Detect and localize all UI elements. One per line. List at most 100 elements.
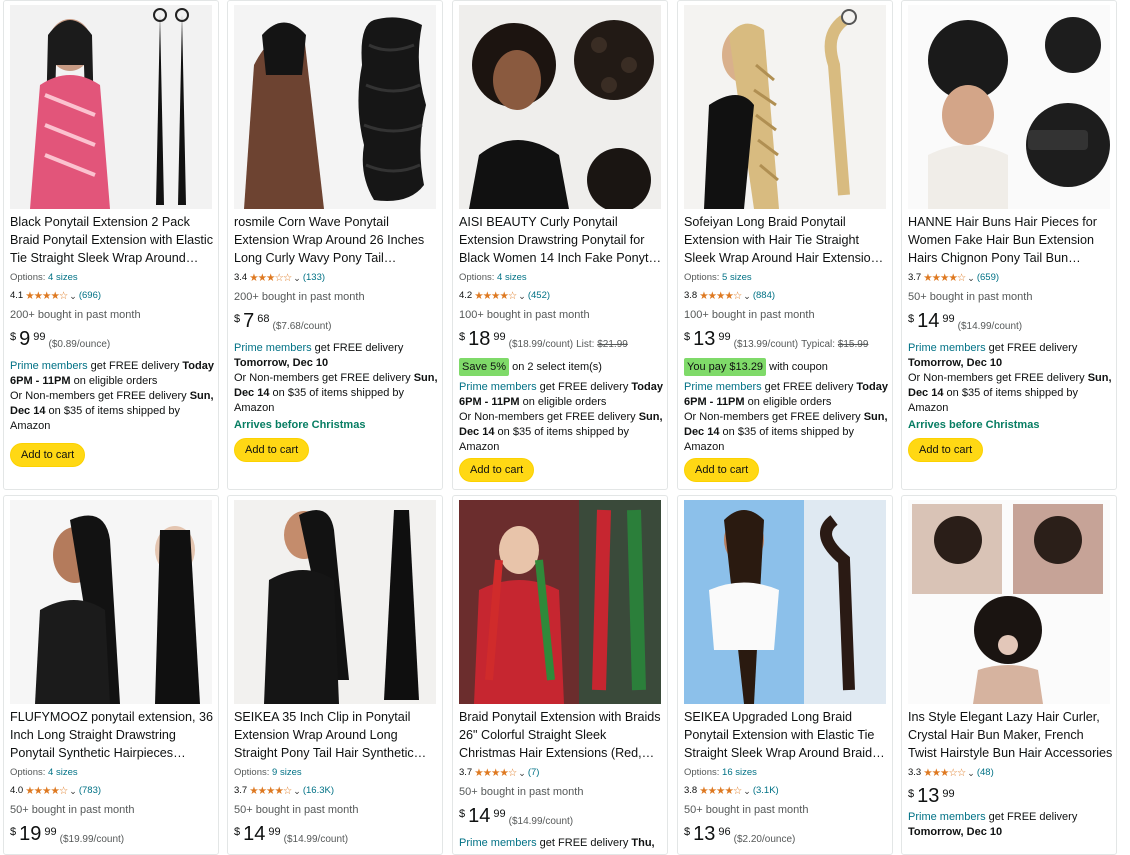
product-title[interactable]: SEIKEA Upgraded Long Braid Ponytail Exte… (684, 708, 890, 762)
product-image[interactable] (908, 5, 1110, 209)
review-count[interactable]: (16.3K) (303, 784, 334, 798)
price[interactable]: $19 99 ($19.99/count) (10, 824, 216, 850)
rating[interactable]: 4.1 ★★★★☆ ⌄ (696) (10, 289, 216, 303)
review-count[interactable]: (783) (79, 784, 101, 798)
rating[interactable]: 3.7 ★★★★☆ ⌄ (16.3K) (234, 784, 440, 798)
product-title[interactable]: Sofeiyan Long Braid Ponytail Extension w… (684, 213, 890, 267)
review-count[interactable]: (48) (977, 766, 994, 780)
options-link[interactable]: 4 sizes (48, 767, 78, 778)
add-to-cart-button[interactable]: Add to cart (234, 438, 310, 462)
review-count[interactable]: (7) (528, 766, 540, 780)
prime-link[interactable]: Prime members (10, 360, 88, 372)
product-card[interactable]: SEIKEA 35 Inch Clip in Ponytail Extensio… (227, 495, 443, 855)
prime-link[interactable]: Prime members (234, 342, 312, 354)
product-card[interactable]: Braid Ponytail Extension with Braids 26"… (452, 495, 668, 855)
product-card[interactable]: AISI BEAUTY Curly Ponytail Extension Dra… (452, 0, 668, 490)
price-whole: 7 (243, 310, 255, 332)
non-member-delivery: Or Non-members get FREE delivery Sun, De… (459, 410, 665, 455)
add-to-cart-button[interactable]: Add to cart (684, 458, 760, 482)
chevron-down-icon[interactable]: ⌄ (293, 784, 301, 798)
chevron-down-icon[interactable]: ⌄ (69, 784, 77, 798)
chevron-down-icon[interactable]: ⌄ (293, 271, 301, 285)
add-to-cart-button[interactable]: Add to cart (459, 458, 535, 482)
product-grid: Black Ponytail Extension 2 Pack Braid Po… (0, 0, 1130, 855)
price[interactable]: $13 96 ($2.20/ounce) (684, 824, 890, 850)
chevron-down-icon[interactable]: ⌄ (69, 289, 77, 303)
chevron-down-icon[interactable]: ⌄ (743, 784, 751, 798)
product-title[interactable]: Black Ponytail Extension 2 Pack Braid Po… (10, 213, 216, 267)
review-count[interactable]: (696) (79, 289, 101, 303)
badge-text: on 2 select item(s) (509, 361, 602, 373)
options-link[interactable]: 5 sizes (722, 272, 752, 283)
product-image[interactable] (684, 5, 886, 209)
product-image[interactable] (459, 500, 661, 704)
options-link[interactable]: 16 sizes (722, 767, 757, 778)
chevron-down-icon[interactable]: ⌄ (518, 766, 526, 780)
price[interactable]: $14 99 ($14.99/count) (234, 824, 440, 850)
chevron-down-icon[interactable]: ⌄ (743, 289, 751, 303)
rating[interactable]: 4.2 ★★★★☆ ⌄ (452) (459, 289, 665, 303)
product-card[interactable]: HANNE Hair Buns Hair Pieces for Women Fa… (901, 0, 1117, 490)
add-to-cart-button[interactable]: Add to cart (10, 443, 86, 467)
unit-price: ($13.99/count) (733, 339, 799, 350)
options-link[interactable]: 4 sizes (48, 272, 78, 283)
bought-count: 100+ bought in past month (684, 309, 815, 321)
arrives-note: Arrives before Christmas (908, 419, 1040, 431)
price[interactable]: $18 99 ($18.99/count) List: $21.99 (459, 329, 665, 355)
product-card[interactable]: Black Ponytail Extension 2 Pack Braid Po… (3, 0, 219, 490)
product-image[interactable] (234, 500, 436, 704)
review-count[interactable]: (3.1K) (753, 784, 779, 798)
chevron-down-icon[interactable]: ⌄ (967, 271, 975, 285)
delivery-info: Prime members get FREE delivery Tomorrow… (908, 341, 1114, 371)
review-count[interactable]: (452) (528, 289, 550, 303)
rating[interactable]: 4.0 ★★★★☆ ⌄ (783) (10, 784, 216, 798)
product-image[interactable] (684, 500, 886, 704)
rating[interactable]: 3.4 ★★★☆☆ ⌄ (133) (234, 271, 440, 285)
prime-link[interactable]: Prime members (684, 381, 762, 393)
product-image[interactable] (908, 500, 1110, 704)
price[interactable]: $13 99 ($13.99/count) Typical: $15.99 (684, 329, 890, 355)
product-title[interactable]: rosmile Corn Wave Ponytail Extension Wra… (234, 213, 440, 267)
product-image[interactable] (10, 5, 212, 209)
rating[interactable]: 3.8 ★★★★☆ ⌄ (884) (684, 289, 890, 303)
product-title[interactable]: FLUFYMOOZ ponytail extension, 36 Inch Lo… (10, 708, 216, 762)
prime-link[interactable]: Prime members (459, 381, 537, 393)
add-to-cart-button[interactable]: Add to cart (908, 438, 984, 462)
prime-link[interactable]: Prime members (908, 811, 986, 823)
product-card[interactable]: rosmile Corn Wave Ponytail Extension Wra… (227, 0, 443, 490)
price[interactable]: $14 99 ($14.99/count) (459, 806, 665, 832)
product-card[interactable]: Ins Style Elegant Lazy Hair Curler, Crys… (901, 495, 1117, 855)
rating[interactable]: 3.7 ★★★★☆ ⌄ (659) (908, 271, 1114, 285)
product-image[interactable] (459, 5, 661, 209)
price[interactable]: $13 99 (908, 786, 1114, 806)
review-count[interactable]: (884) (753, 289, 775, 303)
product-title[interactable]: Braid Ponytail Extension with Braids 26"… (459, 708, 665, 762)
badge-text: with coupon (766, 361, 828, 373)
review-count[interactable]: (659) (977, 271, 999, 285)
product-title[interactable]: HANNE Hair Buns Hair Pieces for Women Fa… (908, 213, 1114, 267)
price[interactable]: $7 68 ($7.68/count) (234, 311, 440, 337)
price[interactable]: $14 99 ($14.99/count) (908, 311, 1114, 337)
chevron-down-icon[interactable]: ⌄ (518, 289, 526, 303)
options-link[interactable]: 4 sizes (497, 272, 527, 283)
chevron-down-icon[interactable]: ⌄ (967, 766, 975, 780)
price[interactable]: $9 99 ($0.89/ounce) (10, 329, 216, 355)
product-title[interactable]: SEIKEA 35 Inch Clip in Ponytail Extensio… (234, 708, 440, 762)
prime-link[interactable]: Prime members (459, 837, 537, 849)
product-card[interactable]: SEIKEA Upgraded Long Braid Ponytail Exte… (677, 495, 893, 855)
delivery-date-line: Tomorrow, Dec 10 (908, 825, 1114, 840)
product-title[interactable]: Ins Style Elegant Lazy Hair Curler, Crys… (908, 708, 1114, 762)
review-count[interactable]: (133) (303, 271, 325, 285)
product-image[interactable] (10, 500, 212, 704)
product-image[interactable] (234, 5, 436, 209)
rating[interactable]: 3.3 ★★★☆☆ ⌄ (48) (908, 766, 1114, 780)
non-member-delivery: Or Non-members get FREE delivery Sun, De… (684, 410, 890, 455)
product-card[interactable]: Sofeiyan Long Braid Ponytail Extension w… (677, 0, 893, 490)
product-title[interactable]: AISI BEAUTY Curly Ponytail Extension Dra… (459, 213, 665, 267)
prime-link[interactable]: Prime members (908, 342, 986, 354)
delivery-date: Thu, (631, 837, 655, 849)
product-card[interactable]: FLUFYMOOZ ponytail extension, 36 Inch Lo… (3, 495, 219, 855)
rating[interactable]: 3.7 ★★★★☆ ⌄ (7) (459, 766, 665, 780)
rating[interactable]: 3.8 ★★★★☆ ⌄ (3.1K) (684, 784, 890, 798)
options-link[interactable]: 9 sizes (272, 767, 302, 778)
